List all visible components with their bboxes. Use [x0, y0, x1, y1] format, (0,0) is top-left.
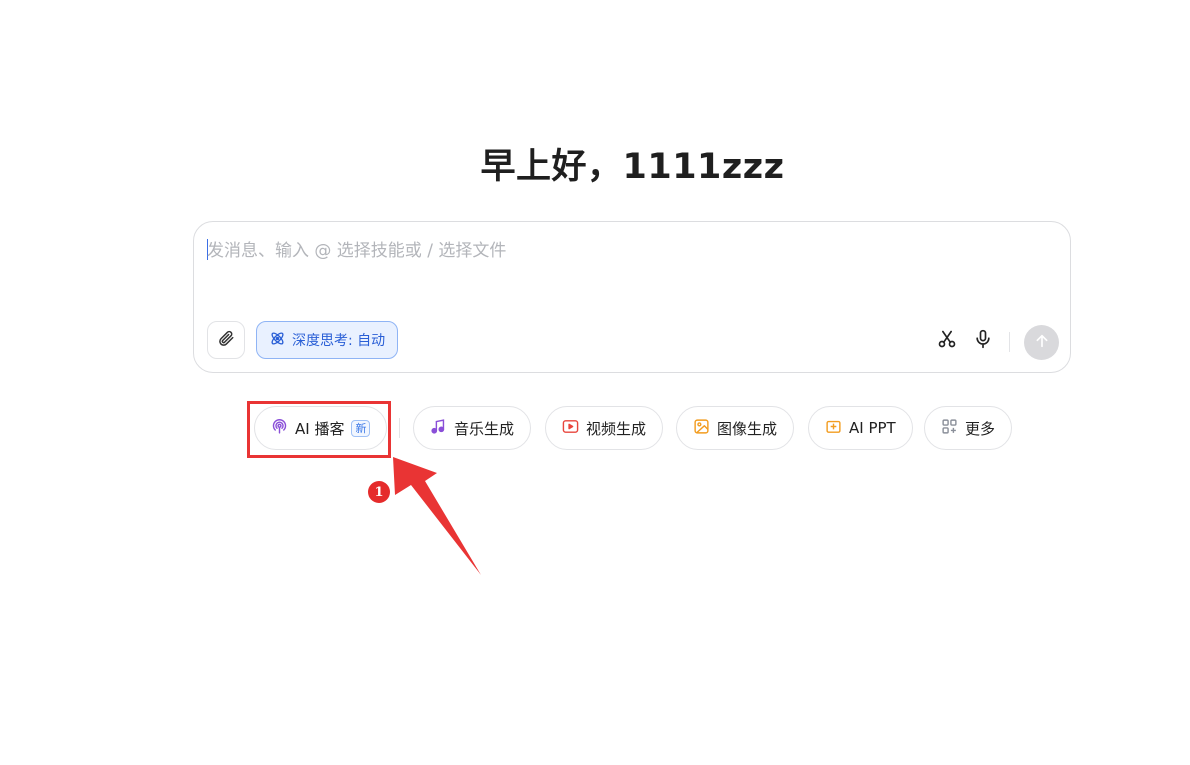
chip-label: AI PPT — [849, 419, 896, 437]
arrow-up-icon — [1034, 333, 1050, 353]
ppt-icon — [825, 418, 842, 439]
message-composer: 深度思考: 自动 — [193, 221, 1071, 373]
chip-label: 视频生成 — [586, 419, 647, 438]
chip-image-generation[interactable]: 图像生成 — [676, 406, 795, 450]
chip-label: 更多 — [965, 419, 996, 438]
voice-input-button[interactable] — [972, 329, 994, 353]
paperclip-icon — [217, 329, 235, 351]
microphone-icon — [973, 329, 993, 353]
music-icon — [430, 418, 447, 439]
page: 早上好，1111zzz 深度思考: 自动 — [0, 0, 1190, 765]
chip-music-generation[interactable]: 音乐生成 — [413, 406, 532, 450]
atom-icon — [269, 330, 286, 351]
screenshot-button[interactable] — [936, 330, 958, 352]
chip-ai-ppt[interactable]: AI PPT — [808, 406, 913, 450]
chip-label: 音乐生成 — [454, 419, 515, 438]
toolbar-divider — [1009, 332, 1010, 352]
message-input[interactable] — [207, 236, 1047, 296]
grid-icon — [941, 418, 958, 439]
deep-think-toggle[interactable]: 深度思考: 自动 — [256, 321, 399, 359]
deep-think-label: 深度思考: 自动 — [292, 333, 386, 349]
attach-button[interactable] — [207, 321, 245, 359]
video-icon — [562, 418, 579, 439]
chip-video-generation[interactable]: 视频生成 — [545, 406, 664, 450]
chip-label: 图像生成 — [717, 419, 778, 438]
chip-divider — [399, 418, 400, 438]
image-icon — [693, 418, 710, 439]
chip-more[interactable]: 更多 — [924, 406, 1013, 450]
scissors-icon — [937, 329, 957, 353]
greeting-title: 早上好，1111zzz — [480, 147, 785, 187]
annotation-highlight — [247, 401, 391, 458]
annotation-arrow — [393, 457, 481, 575]
send-button[interactable] — [1024, 325, 1059, 360]
